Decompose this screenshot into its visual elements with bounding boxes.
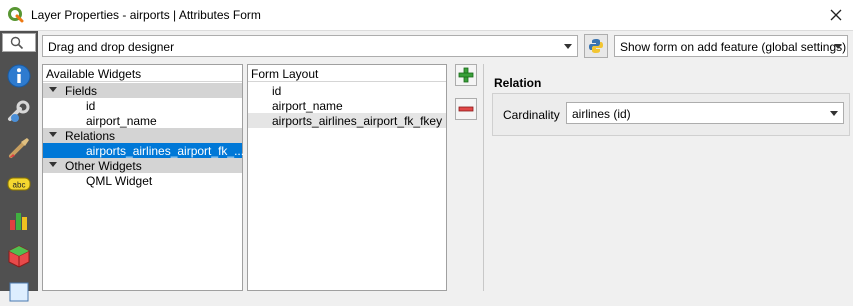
layout-item-id: id	[272, 84, 282, 98]
chevron-down-icon	[830, 111, 838, 116]
cardinality-value: airlines (id)	[572, 107, 631, 121]
form-layout-header: Form Layout	[248, 65, 446, 82]
sidebar-item-source[interactable]	[5, 98, 33, 126]
suppress-form-select[interactable]: Show form on add feature (global setting…	[614, 35, 848, 57]
available-widgets-header-label: Available Widgets	[46, 67, 142, 81]
relation-airports-airlines: airports_airlines_airport_fk_...	[86, 144, 245, 158]
list-item[interactable]: airport_name	[248, 98, 446, 113]
layout-item-relation: airports_airlines_airport_fk_fkey	[272, 114, 443, 128]
sidebar-item-fields[interactable]	[5, 278, 33, 306]
symbology-icon	[9, 138, 29, 158]
designer-mode-value: Drag and drop designer	[48, 40, 175, 54]
svg-text:abc: abc	[13, 181, 26, 190]
field-id: id	[86, 99, 96, 113]
list-item[interactable]: airports_airlines_airport_fk_fkey	[248, 113, 446, 128]
widget-qml: QML Widget	[86, 174, 153, 188]
sidebar-item-diagrams[interactable]	[5, 206, 33, 234]
expand-arrow-icon[interactable]	[49, 162, 57, 167]
group-relations[interactable]: Relations	[43, 128, 242, 143]
diagrams-icon	[10, 213, 27, 230]
group-fields-label: Fields	[65, 84, 98, 98]
sidebar-item-information[interactable]	[5, 62, 33, 90]
close-button[interactable]	[825, 4, 847, 26]
group-relations-label: Relations	[65, 129, 116, 143]
expand-arrow-icon[interactable]	[49, 132, 57, 137]
form-layout-header-label: Form Layout	[251, 67, 319, 81]
designer-mode-select[interactable]: Drag and drop designer	[42, 35, 578, 57]
available-widgets-tree[interactable]: Available Widgets Fields id airport_name…	[42, 64, 245, 291]
expand-arrow-icon[interactable]	[49, 87, 57, 92]
chevron-down-icon	[834, 44, 842, 49]
information-icon	[7, 64, 31, 88]
python-init-button[interactable]	[584, 34, 608, 58]
cardinality-select[interactable]: airlines (id)	[566, 102, 844, 124]
sidebar-search-input[interactable]	[2, 33, 36, 52]
labels-icon: abc	[7, 177, 31, 191]
layout-item-airport-name: airport_name	[272, 99, 343, 113]
list-item[interactable]: QML Widget	[43, 173, 242, 188]
sidebar-item-3d-view[interactable]	[5, 242, 33, 270]
list-item-selected[interactable]: airports_airlines_airport_fk_...	[43, 143, 245, 158]
list-item[interactable]: id	[248, 83, 446, 98]
form-layout-tree[interactable]: Form Layout id airport_name airports_air…	[247, 64, 447, 291]
field-airport-name: airport_name	[86, 114, 157, 128]
qgis-logo-icon	[8, 7, 24, 23]
window-title: Layer Properties - airports | Attributes…	[31, 8, 261, 22]
list-item[interactable]: airport_name	[43, 113, 242, 128]
fields-icon	[9, 282, 29, 302]
relation-section-title: Relation	[494, 76, 542, 90]
title-bar: Layer Properties - airports | Attributes…	[0, 0, 853, 31]
attributes-form-dialog: Layer Properties - airports | Attributes…	[0, 0, 853, 302]
cardinality-label: Cardinality	[503, 108, 560, 122]
available-widgets-header: Available Widgets	[43, 65, 242, 82]
source-settings-icon	[8, 100, 30, 122]
python-icon	[589, 39, 603, 53]
add-container-button[interactable]	[455, 64, 477, 86]
group-fields[interactable]: Fields	[43, 83, 242, 98]
3d-view-icon	[8, 245, 30, 268]
search-icon	[10, 36, 24, 50]
sidebar-item-symbology[interactable]	[5, 134, 33, 162]
remove-item-button[interactable]	[455, 98, 477, 120]
sidebar-item-labels[interactable]: abc	[5, 170, 33, 198]
add-icon	[458, 67, 474, 83]
group-other-widgets[interactable]: Other Widgets	[43, 158, 242, 173]
group-other-widgets-label: Other Widgets	[65, 159, 142, 173]
remove-icon	[458, 106, 474, 112]
close-icon	[830, 9, 842, 21]
suppress-form-value: Show form on add feature (global setting…	[620, 40, 847, 54]
list-item[interactable]: id	[43, 98, 242, 113]
chevron-down-icon	[564, 44, 572, 49]
